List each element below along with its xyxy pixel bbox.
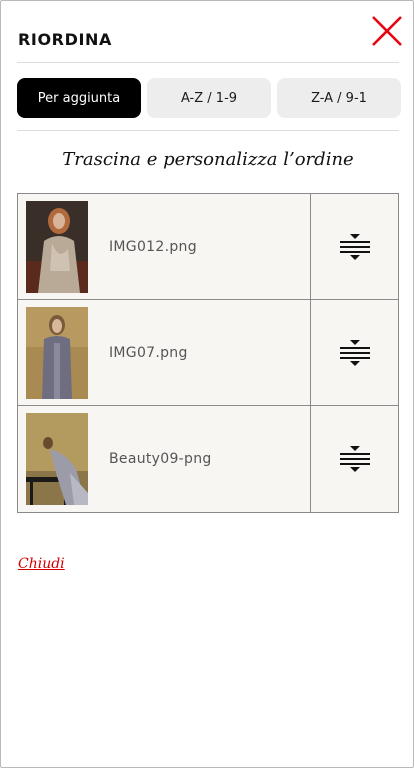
close-link[interactable]: Chiudi [18,556,65,572]
list-item-content: Beauty09-png [18,406,311,512]
drag-handle-icon [339,446,370,472]
drag-handle-icon [339,339,370,366]
list-item[interactable]: IMG012.png [18,194,398,300]
instruction-text: Trascina e personalizza l’ordine [62,149,354,170]
list-item[interactable]: IMG07.png [18,300,398,406]
sort-za-button[interactable]: Z-A / 9-1 [277,78,401,118]
modal-title: RIORDINA [18,30,113,49]
list-item-content: IMG07.png [18,300,311,405]
reorder-list: IMG012.png IMG07.png Beauty09-png [17,193,399,513]
reorder-modal: RIORDINA Per aggiunta A-Z / 1-9 Z-A / 9-… [0,0,414,768]
drag-handle[interactable] [311,406,398,512]
header-divider [17,62,399,63]
thumbnail-image [26,413,88,505]
sort-divider [17,130,399,131]
file-name: Beauty09-png [109,451,212,467]
sort-by-added-button[interactable]: Per aggiunta [17,78,141,118]
list-item[interactable]: Beauty09-png [18,406,398,512]
drag-handle-icon [339,233,370,260]
thumbnail-image [26,200,88,293]
close-icon[interactable] [371,15,403,47]
drag-handle[interactable] [311,194,398,299]
sort-az-button[interactable]: A-Z / 1-9 [147,78,271,118]
list-item-content: IMG012.png [18,194,311,299]
file-name: IMG012.png [109,238,197,255]
thumbnail-image [26,306,88,399]
file-name: IMG07.png [109,344,188,361]
drag-handle[interactable] [311,300,398,405]
sort-options: Per aggiunta A-Z / 1-9 Z-A / 9-1 [17,78,401,118]
